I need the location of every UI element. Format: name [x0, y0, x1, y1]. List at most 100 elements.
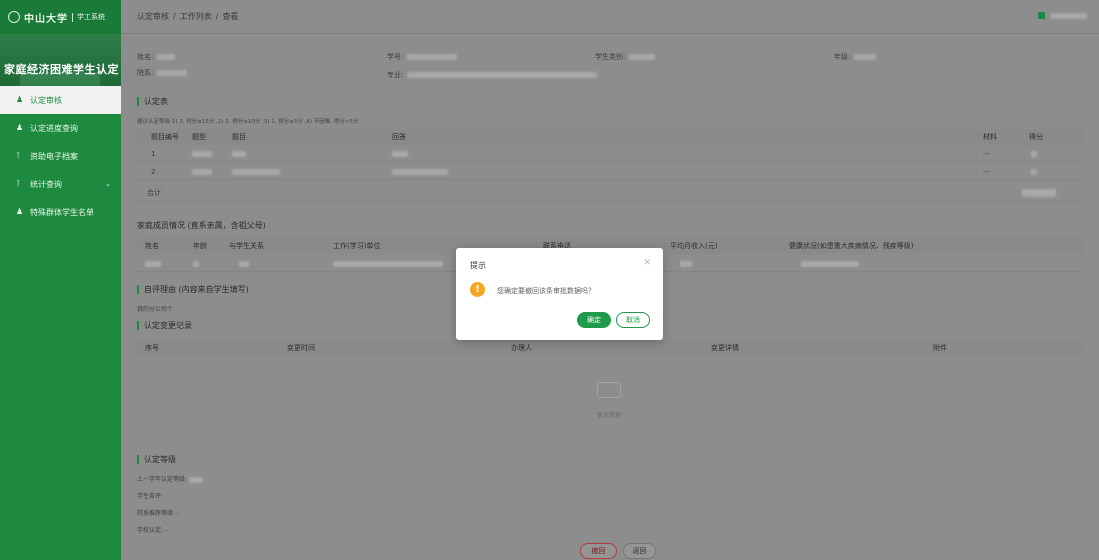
school-level: 学校认定: -	[137, 527, 168, 534]
redacted-value	[1031, 168, 1037, 175]
level-hint: 建议认定等级:1) 3, 得分≥15分 ,2) 2, 得分≥10分 ,3) 1,…	[137, 119, 359, 125]
logo-subtitle: 学工系统	[77, 13, 105, 21]
banner: 家庭经济困难学生认定	[0, 34, 121, 86]
prev-level-label: 上一学年认定等级:	[137, 476, 188, 483]
table-total-row: 合计	[137, 184, 1083, 202]
logo: 中山大学 学工系统	[0, 0, 121, 34]
section-title: 自评理由 (内容来自学生填写)	[144, 285, 249, 294]
avatar	[1038, 12, 1045, 19]
redacted-value	[392, 150, 408, 157]
redacted-value	[407, 54, 458, 60]
sidebar: 中山大学 学工系统 家庭经济困难学生认定 ♟ 认定审核 ♟ 认定进度查询 ⊺ 资…	[0, 0, 121, 560]
logo-text: 中山大学	[24, 13, 68, 25]
withdraw-button[interactable]: 撤回	[580, 543, 617, 559]
section-marker	[137, 97, 139, 106]
empty-text: 暂无数据	[597, 412, 622, 419]
redacted-value	[157, 70, 188, 76]
table-row: 2 ---	[137, 164, 1083, 180]
breadcrumb-item[interactable]: 认定审核	[137, 11, 169, 22]
sidebar-item-statistics[interactable]: ⊺ 统计查询 ⌄	[0, 170, 121, 198]
column-header: 题目	[232, 133, 246, 141]
section-title: 家庭成员情况 (直系亲属，含祖父母)	[137, 221, 266, 230]
user-menu[interactable]	[1038, 12, 1087, 19]
section-change-log: 认定变更记录	[137, 320, 192, 331]
column-header: 得分	[1029, 133, 1043, 141]
dialog-message: 您确定要撤回该条审批数据吗？	[497, 287, 595, 295]
section-form: 认定表	[137, 96, 168, 107]
info-major: 专业:	[387, 70, 598, 80]
sidebar-item-label: 认定进度查询	[30, 123, 78, 133]
dialog-title: 提示	[470, 261, 486, 270]
chart-icon: ⊺	[16, 179, 21, 188]
breadcrumb: 认定审核 / 工作列表 / 查看	[121, 0, 1099, 34]
column-header: 平均月收入(元)	[670, 242, 718, 250]
section-title: 认定变更记录	[144, 321, 192, 330]
change-table-header: 序号 变更时间 办理人 变更详情 附件	[137, 340, 1083, 356]
column-header: 题型	[192, 133, 206, 141]
column-header: 与学生关系	[229, 242, 264, 250]
prev-level: 上一学年认定等级:	[137, 474, 203, 483]
table-row: 1 ---	[137, 146, 1083, 162]
column-header: 办理人	[511, 344, 532, 352]
column-header: 题目编号	[151, 133, 179, 141]
redacted-value	[1022, 188, 1056, 197]
info-label: 院系:	[137, 69, 154, 77]
logo-divider	[72, 12, 73, 22]
redacted-value	[232, 168, 280, 175]
user-icon: ♟	[16, 207, 24, 216]
redacted-value	[192, 150, 212, 157]
sidebar-item-progress[interactable]: ♟ 认定进度查询	[0, 114, 121, 142]
info-label: 学号:	[387, 53, 404, 61]
user-icon: ♟	[16, 95, 24, 104]
section-title: 认定等级	[144, 455, 176, 464]
sidebar-item-special-list[interactable]: ♟ 特殊群体学生名单	[0, 198, 121, 226]
column-header: 材料	[983, 133, 997, 141]
sidebar-item-label: 特殊群体学生名单	[30, 207, 94, 217]
empty-inbox-icon	[597, 382, 621, 398]
redacted-value	[1031, 150, 1037, 157]
redacted-value	[239, 260, 249, 267]
row-number: 2	[151, 167, 156, 176]
redacted-value	[188, 476, 203, 483]
breadcrumb-separator: /	[215, 12, 219, 21]
university-emblem-icon	[8, 11, 20, 23]
sidebar-item-archive[interactable]: ⊺ 资助电子档案	[0, 142, 121, 170]
info-student-no: 学号:	[387, 52, 458, 62]
info-grade: 年级:	[834, 52, 877, 62]
column-header: 变更详情	[711, 344, 739, 352]
system-title: 家庭经济困难学生认定	[4, 63, 119, 76]
college-level: 院系推荐等级: -	[137, 510, 180, 517]
redacted-value	[854, 54, 877, 60]
section-marker	[137, 455, 139, 464]
column-header: 序号	[145, 344, 159, 352]
cancel-button[interactable]: 取消	[616, 312, 650, 328]
info-label: 姓名:	[137, 53, 154, 61]
material-value: ---	[983, 149, 991, 158]
redacted-value	[232, 150, 246, 157]
redacted-value	[333, 260, 443, 267]
redacted-value	[629, 54, 656, 60]
back-button[interactable]: 返回	[623, 543, 656, 559]
chart-icon: ⊺	[16, 151, 21, 160]
warning-icon: !	[470, 282, 485, 297]
confirm-button[interactable]: 确定	[577, 312, 611, 328]
row-number: 1	[151, 149, 156, 158]
redacted-value	[157, 54, 176, 60]
section-level: 认定等级	[137, 454, 176, 465]
redacted-value	[145, 260, 161, 267]
column-header: 健康状况(如患重大疾病情况、残疾等级)	[789, 242, 914, 250]
redacted-value	[193, 260, 199, 267]
redacted-value	[680, 260, 692, 267]
redacted-value	[407, 72, 598, 78]
sidebar-item-review[interactable]: ♟ 认定审核	[0, 86, 121, 114]
self-level: 学生自评:	[137, 493, 164, 500]
sidebar-item-label: 资助电子档案	[30, 151, 78, 161]
user-name-redacted	[1051, 12, 1087, 19]
breadcrumb-item[interactable]: 工作列表	[180, 11, 212, 22]
section-marker	[137, 285, 139, 294]
redacted-value	[392, 168, 448, 175]
close-icon[interactable]: ✕	[643, 258, 651, 268]
info-category: 学生类别:	[595, 52, 656, 62]
section-marker	[137, 321, 139, 330]
user-icon: ♟	[16, 123, 24, 132]
